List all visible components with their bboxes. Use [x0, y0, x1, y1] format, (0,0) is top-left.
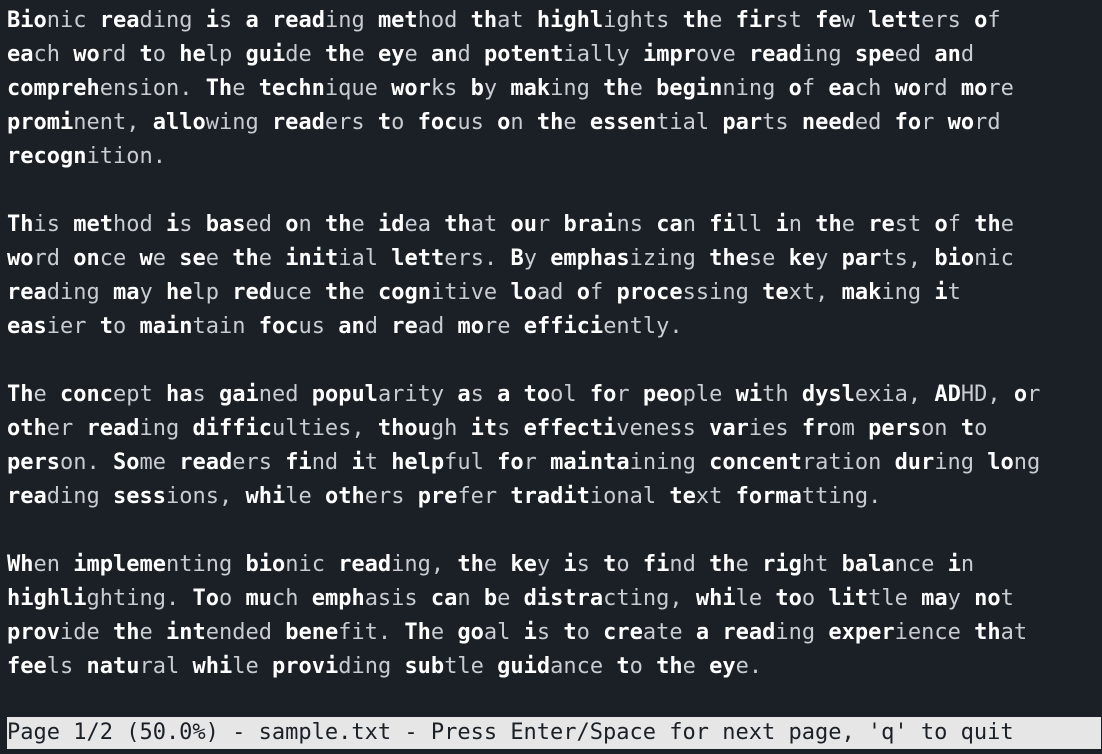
paragraph: When implementing bionic reading, the ke… — [7, 548, 1097, 684]
text-line: Bionic reading is a reading method that … — [7, 8, 1001, 33]
paragraph: This method is based on the idea that ou… — [7, 208, 1097, 344]
text-line: word once we see the initial letters. By… — [7, 246, 1014, 271]
text-line: reading sessions, while others prefer tr… — [7, 484, 882, 509]
text-line: highlighting. Too much emphasis can be d… — [7, 586, 1014, 611]
paragraph: Bionic reading is a reading method that … — [7, 4, 1097, 174]
text-line: recognition. — [7, 144, 166, 169]
text-line: reading may help reduce the cognitive lo… — [7, 280, 961, 305]
text-line: provide the intended benefit. The goal i… — [7, 620, 1028, 645]
text-line: each word to help guide the eye and pote… — [7, 42, 975, 67]
text-line: person. Some readers find it helpful for… — [7, 450, 1041, 475]
terminal-window: Bionic reading is a reading method that … — [0, 0, 1102, 754]
text-line: prominent, allowing readers to focus on … — [7, 110, 1001, 135]
text-viewport: Bionic reading is a reading method that … — [7, 4, 1097, 684]
text-line: easier to maintain focus and read more e… — [7, 314, 683, 339]
text-line: When implementing bionic reading, the ke… — [7, 552, 975, 577]
text-line: The concept has gained popularity as a t… — [7, 382, 1041, 407]
paragraph: The concept has gained popularity as a t… — [7, 378, 1097, 514]
text-line: comprehension. The technique works by ma… — [7, 76, 1014, 101]
text-line: other reading difficulties, though its e… — [7, 416, 988, 441]
status-bar: Page 1/2 (50.0%) - sample.txt - Press En… — [7, 717, 1101, 749]
text-line: feels natural while providing subtle gui… — [7, 654, 763, 679]
text-line: This method is based on the idea that ou… — [7, 212, 1014, 237]
